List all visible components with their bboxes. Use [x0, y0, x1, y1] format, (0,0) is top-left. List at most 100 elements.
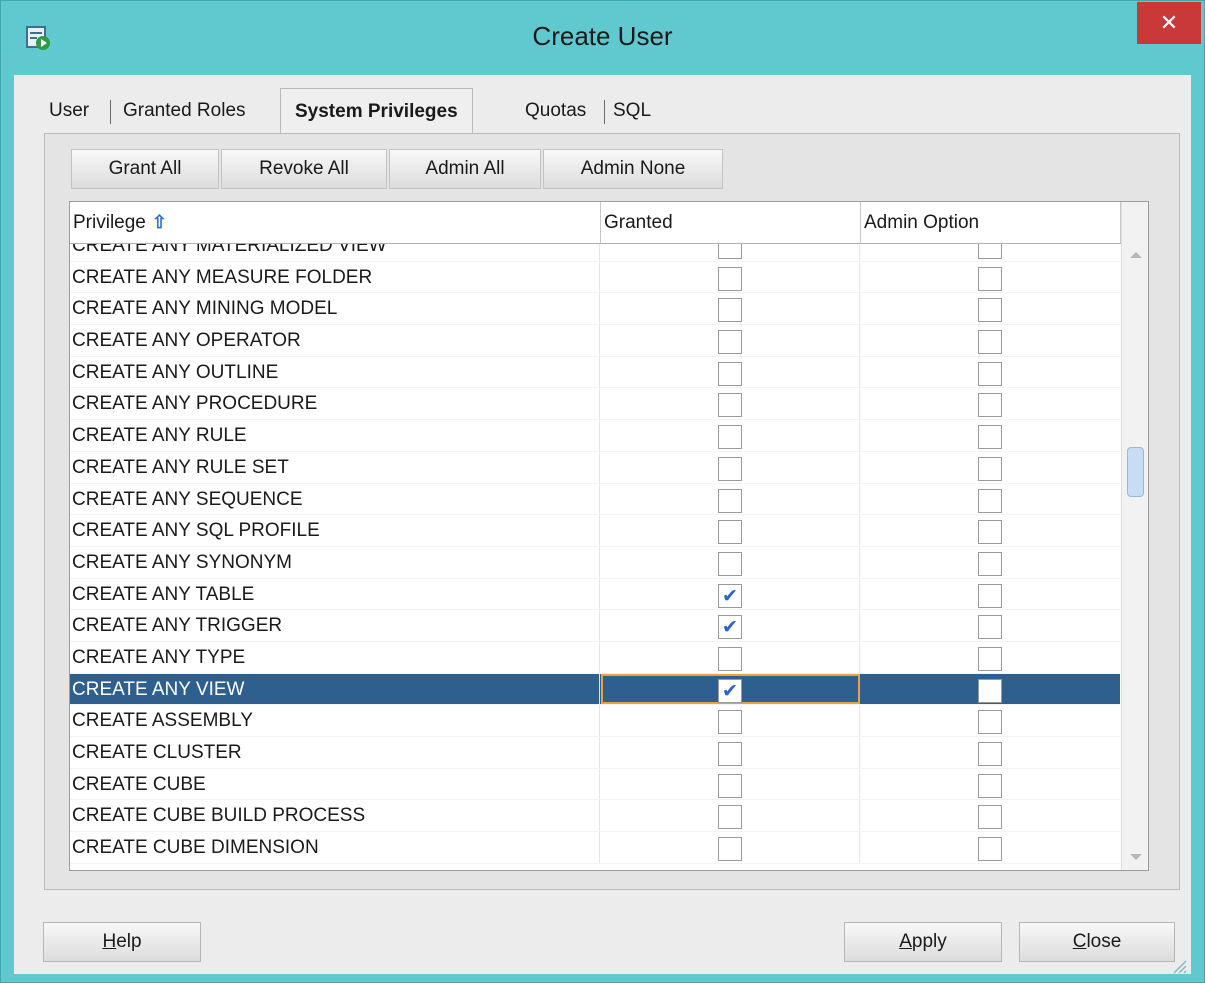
table-row[interactable]: CREATE ANY SQL PROFILE	[70, 515, 1120, 547]
vertical-scrollbar[interactable]	[1121, 202, 1148, 870]
table-row[interactable]: CREATE ANY RULE	[70, 420, 1120, 452]
tab-sql[interactable]: SQL	[613, 100, 651, 122]
granted-checkbox[interactable]	[718, 298, 742, 323]
column-header-granted[interactable]: Granted	[601, 202, 861, 243]
table-row[interactable]: CREATE ANY SYNONYM	[70, 546, 1120, 579]
admin-option-checkbox[interactable]	[978, 710, 1002, 735]
privilege-cell[interactable]: CREATE ANY SYNONYM	[70, 546, 600, 578]
apply-button[interactable]: Apply	[844, 922, 1002, 962]
table-row[interactable]: CREATE ANY SEQUENCE	[70, 483, 1120, 516]
close-window-button[interactable]: ✕	[1137, 2, 1201, 44]
granted-checkbox[interactable]	[718, 520, 742, 545]
table-row[interactable]: CREATE ANY MATERIALIZED VIEW	[70, 244, 1120, 262]
privilege-cell[interactable]: CREATE ANY VIEW	[70, 673, 600, 705]
admin-option-checkbox[interactable]	[978, 425, 1002, 450]
column-header-admin-option[interactable]: Admin Option	[861, 202, 1121, 243]
admin-option-checkbox[interactable]	[978, 678, 1002, 703]
table-row[interactable]: CREATE ANY TABLE ✔	[70, 578, 1120, 611]
privilege-cell[interactable]: CREATE ANY OUTLINE	[70, 356, 600, 388]
privilege-cell[interactable]: CREATE ASSEMBLY	[70, 705, 600, 736]
granted-checkbox[interactable]	[718, 742, 742, 766]
privilege-cell[interactable]: CREATE ANY MATERIALIZED VIEW	[70, 244, 600, 261]
privilege-cell[interactable]: CREATE CUBE	[70, 768, 600, 800]
tab-system-privileges[interactable]: System Privileges	[280, 88, 473, 134]
granted-checkbox[interactable]	[718, 330, 742, 355]
granted-checkbox[interactable]	[718, 266, 742, 291]
granted-checkbox[interactable]	[718, 710, 742, 735]
table-row[interactable]: CREATE ANY PROCEDURE	[70, 388, 1120, 421]
scroll-down-icon[interactable]	[1130, 854, 1142, 860]
table-row[interactable]: CREATE ASSEMBLY	[70, 705, 1120, 737]
admin-option-checkbox[interactable]	[978, 488, 1002, 513]
grant-all-button[interactable]: Grant All	[71, 149, 219, 189]
granted-checkbox[interactable]: ✔	[718, 678, 742, 703]
privilege-cell[interactable]: CREATE CUBE DIMENSION	[70, 832, 600, 863]
admin-option-checkbox[interactable]	[978, 615, 1002, 640]
admin-option-checkbox[interactable]	[978, 583, 1002, 608]
privilege-cell[interactable]: CREATE ANY SQL PROFILE	[70, 515, 600, 546]
scrollbar-thumb[interactable]	[1127, 447, 1144, 497]
granted-checkbox[interactable]	[718, 837, 742, 862]
table-row[interactable]: CREATE ANY MEASURE FOLDER	[70, 261, 1120, 294]
admin-option-checkbox[interactable]	[978, 244, 1002, 259]
privilege-cell[interactable]: CREATE ANY TYPE	[70, 641, 600, 673]
help-button[interactable]: Help	[43, 922, 201, 962]
close-button[interactable]: Close	[1019, 922, 1175, 962]
table-row[interactable]: CREATE ANY TRIGGER ✔	[70, 610, 1120, 642]
granted-checkbox[interactable]	[718, 456, 742, 481]
granted-checkbox[interactable]: ✔	[718, 583, 742, 608]
admin-option-checkbox[interactable]	[978, 805, 1002, 830]
privilege-cell[interactable]: CREATE ANY MINING MODEL	[70, 293, 600, 325]
table-row[interactable]: CREATE ANY OUTLINE	[70, 356, 1120, 389]
table-row[interactable]: CREATE CUBE	[70, 768, 1120, 801]
table-row[interactable]: CREATE ANY RULE SET	[70, 451, 1120, 484]
tab-quotas[interactable]: Quotas	[525, 100, 586, 122]
admin-none-button[interactable]: Admin None	[543, 149, 723, 189]
admin-option-checkbox[interactable]	[978, 773, 1002, 798]
privilege-cell[interactable]: CREATE ANY MEASURE FOLDER	[70, 261, 600, 293]
title-bar[interactable]: Create User ✕	[1, 1, 1204, 77]
table-row[interactable]: CREATE ANY VIEW ✔	[70, 673, 1120, 706]
table-row[interactable]: CREATE ANY OPERATOR	[70, 325, 1120, 357]
privilege-cell[interactable]: CREATE ANY TRIGGER	[70, 610, 600, 641]
granted-checkbox[interactable]: ✔	[718, 615, 742, 640]
tab-granted-roles[interactable]: Granted Roles	[123, 100, 246, 122]
privilege-cell[interactable]: CREATE ANY OPERATOR	[70, 325, 600, 356]
privilege-cell[interactable]: CREATE ANY PROCEDURE	[70, 388, 600, 420]
granted-checkbox[interactable]	[718, 773, 742, 798]
granted-checkbox[interactable]	[718, 646, 742, 671]
granted-checkbox[interactable]	[718, 488, 742, 513]
table-row[interactable]: CREATE ANY TYPE	[70, 641, 1120, 674]
granted-checkbox[interactable]	[718, 361, 742, 386]
scroll-up-icon[interactable]	[1130, 252, 1142, 258]
privilege-cell[interactable]: CREATE CLUSTER	[70, 737, 600, 768]
admin-option-checkbox[interactable]	[978, 456, 1002, 481]
privilege-cell[interactable]: CREATE ANY SEQUENCE	[70, 483, 600, 515]
admin-option-checkbox[interactable]	[978, 742, 1002, 766]
granted-checkbox[interactable]	[718, 551, 742, 576]
admin-option-checkbox[interactable]	[978, 361, 1002, 386]
granted-checkbox[interactable]	[718, 393, 742, 418]
privilege-cell[interactable]: CREATE ANY RULE SET	[70, 451, 600, 483]
granted-checkbox[interactable]	[718, 244, 742, 259]
column-header-privilege[interactable]: Privilege ⇧	[70, 202, 601, 243]
admin-option-checkbox[interactable]	[978, 266, 1002, 291]
privilege-cell[interactable]: CREATE ANY RULE	[70, 420, 600, 451]
table-row[interactable]: CREATE CUBE DIMENSION	[70, 832, 1120, 864]
admin-option-checkbox[interactable]	[978, 330, 1002, 355]
table-row[interactable]: CREATE CLUSTER	[70, 737, 1120, 769]
granted-checkbox[interactable]	[718, 425, 742, 450]
admin-option-checkbox[interactable]	[978, 520, 1002, 545]
admin-option-checkbox[interactable]	[978, 646, 1002, 671]
privilege-cell[interactable]: CREATE ANY TABLE	[70, 578, 600, 610]
admin-option-checkbox[interactable]	[978, 837, 1002, 862]
admin-option-checkbox[interactable]	[978, 393, 1002, 418]
admin-all-button[interactable]: Admin All	[389, 149, 541, 189]
revoke-all-button[interactable]: Revoke All	[221, 149, 387, 189]
privilege-cell[interactable]: CREATE CUBE BUILD PROCESS	[70, 800, 600, 832]
resize-grip-icon[interactable]	[1169, 956, 1187, 974]
tab-user[interactable]: User	[49, 100, 89, 122]
table-row[interactable]: CREATE CUBE BUILD PROCESS	[70, 800, 1120, 833]
table-row[interactable]: CREATE ANY MINING MODEL	[70, 293, 1120, 326]
granted-checkbox[interactable]	[718, 805, 742, 830]
